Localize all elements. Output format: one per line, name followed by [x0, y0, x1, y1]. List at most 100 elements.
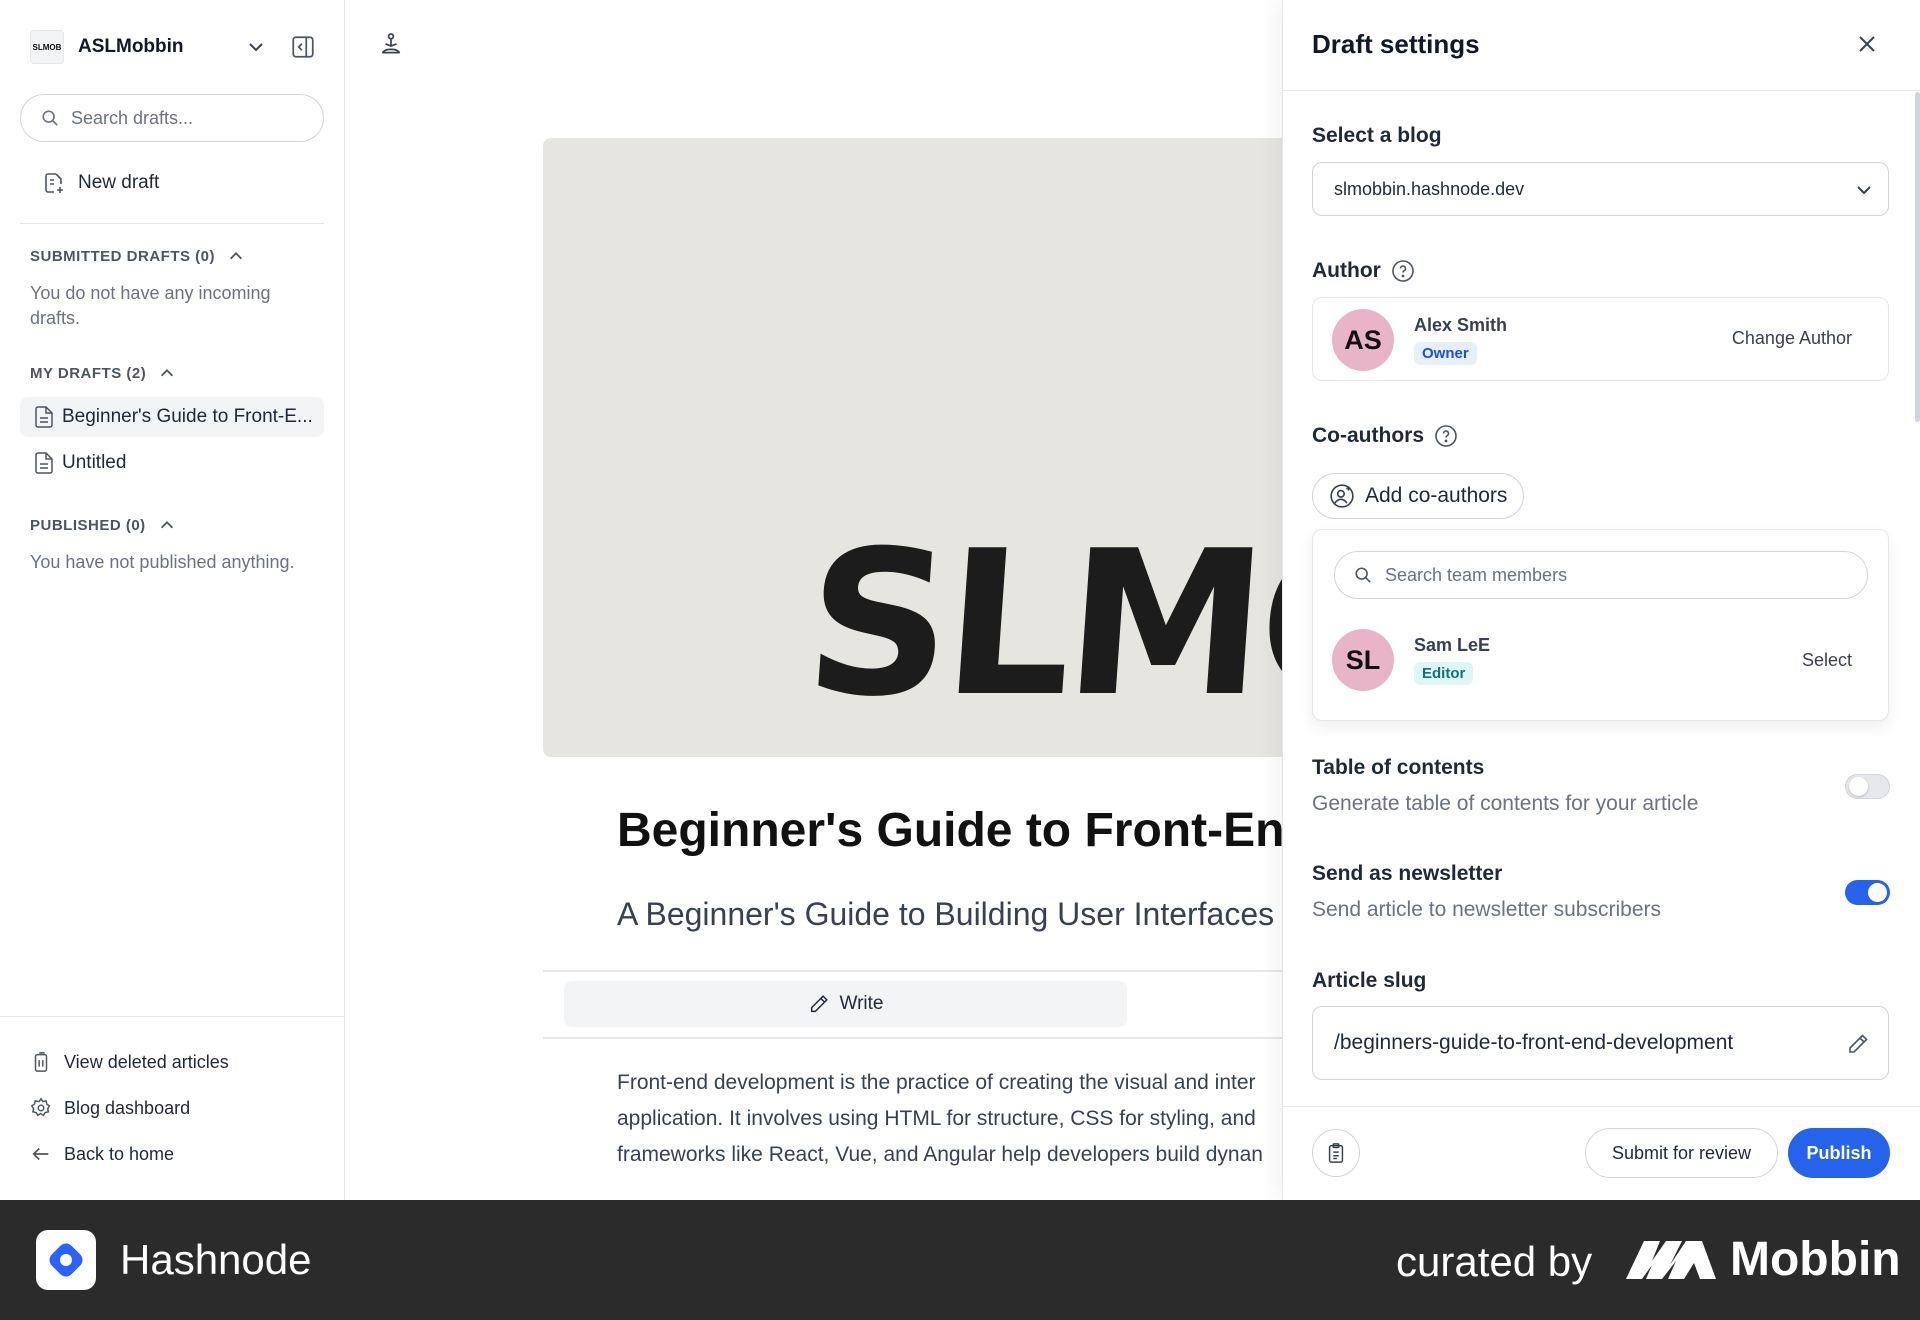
article-title[interactable]: Beginner's Guide to Front-End [617, 803, 1314, 858]
body-line: Front-end development is the practice of… [617, 1071, 1256, 1094]
clipboard-icon [1325, 1142, 1347, 1164]
change-author-button[interactable]: Change Author [1732, 328, 1852, 349]
submitted-drafts-heading: SUBMITTED DRAFTS (0) [30, 247, 215, 265]
coauthor-dropdown: SL Sam LeE Editor Select [1312, 529, 1889, 721]
newsletter-toggle[interactable] [1845, 880, 1890, 905]
article-slug-value: /beginners-guide-to-front-end-developmen… [1334, 1031, 1734, 1054]
clipboard-button[interactable] [1312, 1129, 1360, 1177]
body-line: frameworks like React, Vue, and Angular … [617, 1143, 1263, 1166]
add-user-icon [1329, 483, 1355, 509]
article-slug-field[interactable]: /beginners-guide-to-front-end-developmen… [1312, 1006, 1889, 1080]
mobbin-name: Mobbin [1730, 1233, 1901, 1286]
article-subtitle[interactable]: A Beginner's Guide to Building User Inte… [617, 896, 1274, 933]
chevron-down-icon[interactable] [246, 37, 266, 57]
search-icon [41, 109, 59, 127]
select-blog-label: Select a blog [1312, 124, 1442, 147]
add-coauthors-button[interactable]: Add co-authors [1312, 473, 1525, 519]
coauthors-label: Co-authors [1312, 424, 1424, 447]
arrow-left-icon [30, 1143, 52, 1165]
scrollbar[interactable] [1915, 92, 1920, 422]
coauthors-label-row: Co-authors [1312, 424, 1458, 448]
back-to-home-link[interactable]: Back to home [30, 1140, 174, 1168]
blog-dashboard-link[interactable]: Blog dashboard [30, 1094, 190, 1122]
submitted-drafts-header[interactable]: SUBMITTED DRAFTS (0) [30, 247, 245, 265]
owner-badge: Owner [1414, 342, 1477, 365]
article-slug-label: Article slug [1312, 969, 1427, 992]
document-icon [34, 406, 54, 428]
author-label-row: Author [1312, 259, 1415, 283]
toggle-knob [1868, 883, 1887, 902]
draft-item-label: Beginner's Guide to Front-E... [62, 406, 313, 427]
document-icon [34, 452, 54, 474]
author-name: Alex Smith [1414, 315, 1508, 335]
body-line: application. It involves using HTML for … [617, 1107, 1256, 1130]
cover-text: SLMO [798, 508, 1283, 741]
workspace-switcher[interactable]: SLMOB ASLMobbin [30, 30, 320, 64]
submit-for-review-button[interactable]: Submit for review [1585, 1128, 1778, 1178]
chevron-up-icon[interactable] [227, 247, 245, 265]
gear-icon [30, 1097, 52, 1119]
tab-write-label: Write [839, 993, 884, 1014]
close-icon[interactable] [1855, 32, 1879, 56]
publish-button[interactable]: Publish [1788, 1128, 1890, 1178]
toc-description: Generate table of contents for your arti… [1312, 792, 1699, 815]
divider [20, 223, 324, 224]
help-icon[interactable] [1391, 259, 1415, 283]
new-draft-icon [42, 171, 66, 195]
published-empty-text: You have not published anything. [30, 552, 295, 572]
team-member-name: Sam LeE [1414, 635, 1491, 655]
newsletter-title: Send as newsletter [1312, 862, 1503, 885]
blog-dashboard-label: Blog dashboard [64, 1097, 191, 1118]
hashnode-logo-icon [36, 1230, 96, 1290]
sidebar: SLMOB ASLMobbin New draft SUBMITTED DRAF… [0, 0, 345, 1200]
draft-item[interactable]: Beginner's Guide to Front-E... [20, 397, 324, 437]
newsletter-description: Send article to newsletter subscribers [1312, 898, 1661, 921]
chevron-up-icon[interactable] [158, 516, 176, 534]
published-header[interactable]: PUBLISHED (0) [30, 516, 176, 534]
my-drafts-header[interactable]: MY DRAFTS (2) [30, 364, 176, 382]
toc-toggle[interactable] [1845, 774, 1890, 799]
divider [543, 1037, 1283, 1039]
pencil-icon[interactable] [1846, 1032, 1870, 1056]
team-search[interactable] [1334, 551, 1868, 599]
avatar: AS [1332, 309, 1394, 371]
help-icon[interactable] [1434, 424, 1458, 448]
add-coauthors-label: Add co-authors [1365, 484, 1508, 507]
new-draft-label: New draft [78, 172, 160, 193]
back-to-home-label: Back to home [64, 1143, 175, 1164]
mobbin-logo-icon [1626, 1239, 1716, 1281]
collapse-sidebar-icon[interactable] [290, 34, 316, 60]
draft-item[interactable]: Untitled [20, 443, 324, 483]
author-label: Author [1312, 259, 1381, 282]
toggle-knob [1849, 777, 1868, 796]
blog-select[interactable]: slmobbin.hashnode.dev [1312, 162, 1889, 216]
panel-title: Draft settings [1312, 29, 1480, 59]
search-drafts[interactable] [20, 94, 324, 142]
chevron-up-icon[interactable] [158, 364, 176, 382]
submitted-empty-text: You do not have any incoming drafts. [30, 283, 271, 328]
draft-settings-panel: Draft settings Select a blog slmobbin.ha… [1282, 0, 1920, 1200]
avatar: SL [1332, 629, 1394, 691]
select-member-button[interactable]: Select [1802, 650, 1852, 671]
chevron-down-icon [1854, 180, 1874, 200]
view-deleted-articles-label: View deleted articles [64, 1051, 229, 1072]
panel-header: Draft settings [1283, 0, 1920, 91]
view-deleted-articles-link[interactable]: View deleted articles [30, 1048, 229, 1076]
search-icon [1354, 566, 1372, 584]
divider [543, 970, 1283, 972]
tab-write[interactable]: Write [564, 981, 1127, 1027]
team-search-input[interactable] [1385, 564, 1825, 586]
divider [1283, 1106, 1920, 1107]
article-body[interactable]: Front-end development is the practice of… [617, 1065, 1282, 1173]
divider [0, 1016, 345, 1017]
trash-document-icon [30, 1051, 52, 1073]
zen-mode-icon[interactable] [378, 32, 404, 58]
toc-title: Table of contents [1312, 756, 1485, 779]
selected-blog: slmobbin.hashnode.dev [1334, 178, 1525, 199]
my-drafts-heading: MY DRAFTS (2) [30, 364, 147, 382]
draft-item-label: Untitled [62, 452, 127, 473]
cover-image[interactable]: SLMO [543, 138, 1283, 757]
new-draft-button[interactable]: New draft [30, 168, 159, 198]
search-drafts-input[interactable] [71, 107, 291, 129]
hashnode-name: Hashnode [120, 1236, 312, 1283]
